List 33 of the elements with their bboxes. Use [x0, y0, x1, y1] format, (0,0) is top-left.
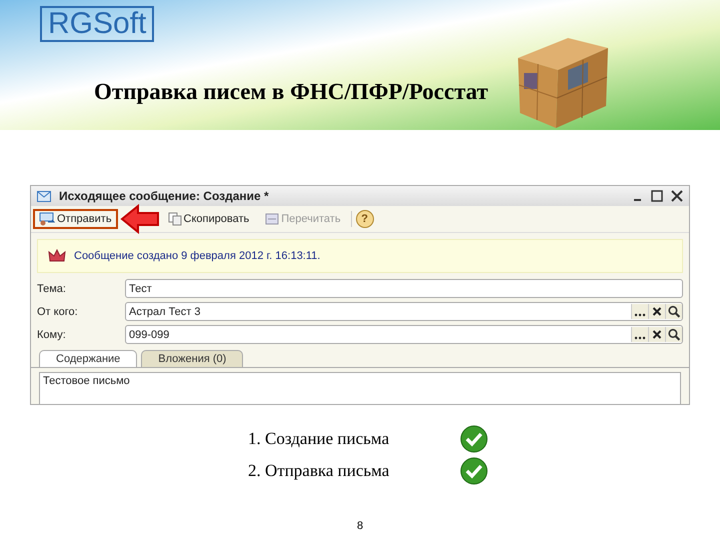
tab[interactable]: Вложения (0): [141, 350, 244, 367]
toolbar-button[interactable]: Скопировать: [162, 209, 256, 229]
select-button[interactable]: [631, 327, 648, 342]
select-button[interactable]: [631, 304, 648, 319]
message-text-area[interactable]: Тестовое письмо: [39, 372, 681, 404]
step-label: 2. Отправка письма: [248, 461, 390, 481]
send-icon: [39, 212, 55, 226]
field-label: От кого:: [37, 306, 79, 318]
input-field[interactable]: Тест: [125, 279, 683, 298]
search-icon[interactable]: [665, 327, 682, 342]
field-label: Кому:: [37, 328, 67, 340]
window-icon: [265, 213, 280, 225]
crown-icon: [48, 249, 66, 263]
info-message: Сообщение создано 9 февраля 2012 г. 16:13:11.: [74, 250, 320, 262]
window-title: Исходящее сообщение: Создание *: [59, 189, 269, 203]
input-field[interactable]: 099-099: [125, 325, 683, 344]
input-field[interactable]: Астрал Тест 3: [125, 302, 683, 321]
copy-icon: [168, 212, 182, 226]
logo: RGSoft: [40, 6, 154, 42]
tab[interactable]: Содержание: [39, 350, 138, 367]
clear-icon[interactable]: [648, 327, 665, 342]
page-number: 8: [356, 520, 364, 534]
arrow-icon: [120, 204, 160, 234]
slide-title: Отправка писем в ФНС/ПФР/Росстат: [94, 79, 488, 105]
close-icon[interactable]: [671, 190, 683, 202]
search-icon[interactable]: [665, 304, 682, 319]
toolbar-button[interactable]: Отправить: [33, 209, 118, 229]
maximize-icon[interactable]: [651, 190, 663, 202]
field-label: Тема:: [37, 282, 67, 294]
clear-icon[interactable]: [648, 304, 665, 319]
envelope-icon: [37, 190, 51, 202]
step-label: 1. Создание письма: [248, 429, 390, 449]
help-button[interactable]: ?: [356, 210, 374, 228]
